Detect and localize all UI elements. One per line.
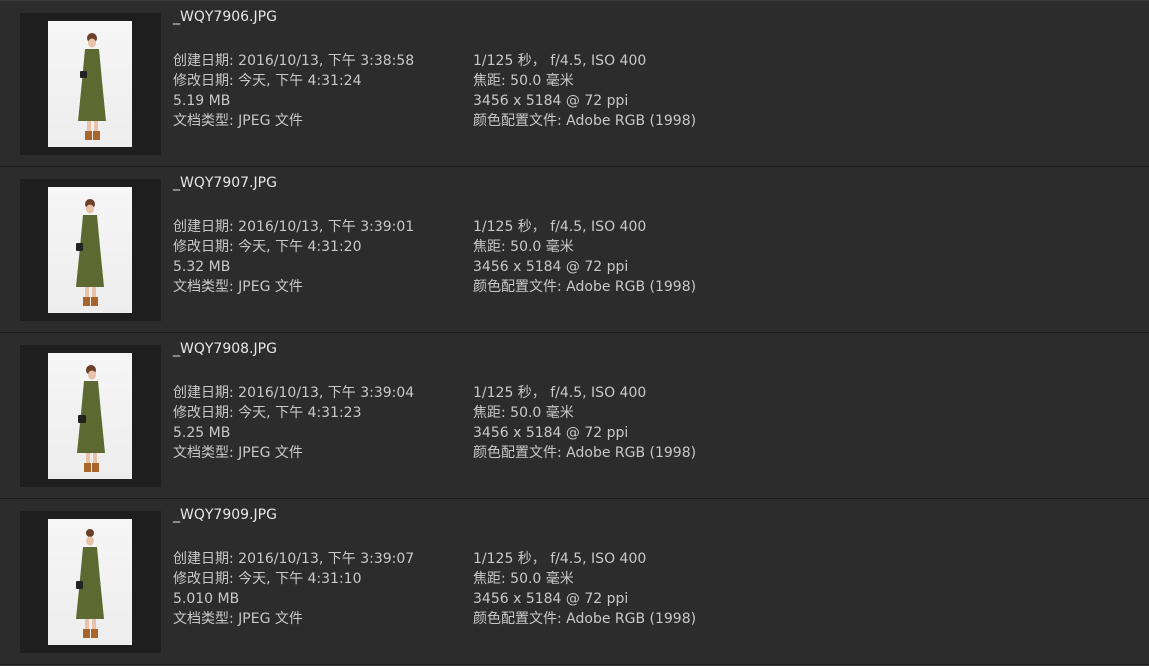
photo-thumbnail (48, 519, 132, 645)
image-dimensions: 3456 x 5184 @ 72 ppi (473, 259, 629, 275)
focal-length: 焦距: 50.0 毫米 (473, 239, 574, 255)
file-name: _WQY7908.JPG (173, 341, 277, 357)
file-meta-right: 1/125 秒， f/4.5, ISO 400 焦距: 50.0 毫米 3456… (473, 383, 696, 463)
file-meta-left: 创建日期: 2016/10/13, 下午 3:38:58 修改日期: 今天, 下… (173, 51, 414, 131)
image-dimensions: 3456 x 5184 @ 72 ppi (473, 425, 629, 441)
modified-date: 修改日期: 今天, 下午 4:31:10 (173, 571, 362, 587)
color-profile: 颜色配置文件: Adobe RGB (1998) (473, 113, 697, 129)
document-type: 文档类型: JPEG 文件 (173, 113, 303, 129)
document-type: 文档类型: JPEG 文件 (173, 611, 303, 627)
file-row[interactable]: _WQY7907.JPG 创建日期: 2016/10/13, 下午 3:39:0… (0, 167, 1149, 334)
document-type: 文档类型: JPEG 文件 (173, 279, 303, 295)
thumbnail-frame[interactable] (20, 13, 161, 155)
file-meta-left: 创建日期: 2016/10/13, 下午 3:39:07 修改日期: 今天, 下… (173, 549, 414, 629)
file-size: 5.19 MB (173, 93, 231, 109)
exposure-info: 1/125 秒， f/4.5, ISO 400 (473, 385, 647, 401)
file-size: 5.32 MB (173, 259, 231, 275)
file-list: _WQY7906.JPG 创建日期: 2016/10/13, 下午 3:38:5… (0, 0, 1149, 666)
file-row[interactable]: _WQY7909.JPG 创建日期: 2016/10/13, 下午 3:39:0… (0, 499, 1149, 666)
focal-length: 焦距: 50.0 毫米 (473, 73, 574, 89)
image-dimensions: 3456 x 5184 @ 72 ppi (473, 93, 629, 109)
thumbnail-frame[interactable] (20, 511, 161, 653)
exposure-info: 1/125 秒， f/4.5, ISO 400 (473, 219, 647, 235)
photo-thumbnail (48, 187, 132, 313)
file-meta-right: 1/125 秒， f/4.5, ISO 400 焦距: 50.0 毫米 3456… (473, 217, 696, 297)
file-name: _WQY7907.JPG (173, 175, 277, 191)
photo-thumbnail (48, 21, 132, 147)
focal-length: 焦距: 50.0 毫米 (473, 571, 574, 587)
color-profile: 颜色配置文件: Adobe RGB (1998) (473, 611, 697, 627)
modified-date: 修改日期: 今天, 下午 4:31:23 (173, 405, 362, 421)
document-type: 文档类型: JPEG 文件 (173, 445, 303, 461)
file-meta-left: 创建日期: 2016/10/13, 下午 3:39:04 修改日期: 今天, 下… (173, 383, 414, 463)
created-date: 创建日期: 2016/10/13, 下午 3:39:07 (173, 551, 415, 567)
exposure-info: 1/125 秒， f/4.5, ISO 400 (473, 551, 647, 567)
file-row[interactable]: _WQY7908.JPG 创建日期: 2016/10/13, 下午 3:39:0… (0, 333, 1149, 500)
file-meta-right: 1/125 秒， f/4.5, ISO 400 焦距: 50.0 毫米 3456… (473, 51, 696, 131)
thumbnail-frame[interactable] (20, 179, 161, 321)
file-row[interactable]: _WQY7906.JPG 创建日期: 2016/10/13, 下午 3:38:5… (0, 1, 1149, 168)
modified-date: 修改日期: 今天, 下午 4:31:20 (173, 239, 362, 255)
color-profile: 颜色配置文件: Adobe RGB (1998) (473, 445, 697, 461)
file-size: 5.010 MB (173, 591, 240, 607)
color-profile: 颜色配置文件: Adobe RGB (1998) (473, 279, 697, 295)
file-name: _WQY7906.JPG (173, 9, 277, 25)
created-date: 创建日期: 2016/10/13, 下午 3:38:58 (173, 53, 415, 69)
focal-length: 焦距: 50.0 毫米 (473, 405, 574, 421)
thumbnail-frame[interactable] (20, 345, 161, 487)
created-date: 创建日期: 2016/10/13, 下午 3:39:04 (173, 385, 415, 401)
photo-thumbnail (48, 353, 132, 479)
modified-date: 修改日期: 今天, 下午 4:31:24 (173, 73, 362, 89)
file-meta-left: 创建日期: 2016/10/13, 下午 3:39:01 修改日期: 今天, 下… (173, 217, 414, 297)
created-date: 创建日期: 2016/10/13, 下午 3:39:01 (173, 219, 415, 235)
exposure-info: 1/125 秒， f/4.5, ISO 400 (473, 53, 647, 69)
image-dimensions: 3456 x 5184 @ 72 ppi (473, 591, 629, 607)
file-meta-right: 1/125 秒， f/4.5, ISO 400 焦距: 50.0 毫米 3456… (473, 549, 696, 629)
file-size: 5.25 MB (173, 425, 231, 441)
file-name: _WQY7909.JPG (173, 507, 277, 523)
